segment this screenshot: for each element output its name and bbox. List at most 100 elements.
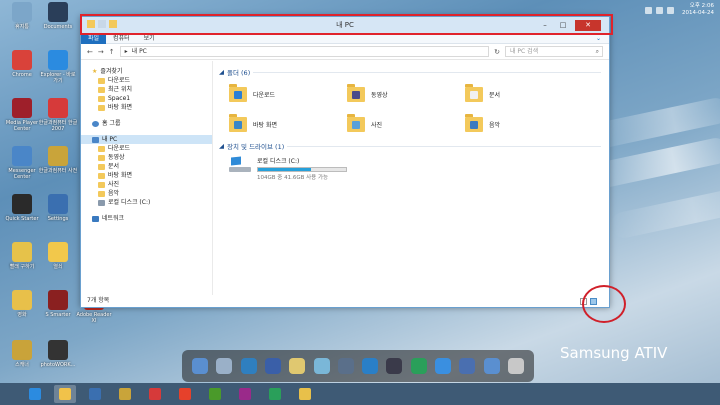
close-button[interactable]: ✕: [575, 20, 601, 31]
nav-item[interactable]: 다운로드: [81, 76, 212, 85]
dock-app-icon[interactable]: [434, 358, 451, 374]
content-pane: ◢ 폴더 (6) 다운로드 동영상 문서바탕 화면 사진 음악 ◢ 장치 및 드라이브 (1…: [213, 61, 609, 295]
dock-app-icon[interactable]: [507, 358, 524, 374]
desktop-icon[interactable]: Documents: [38, 2, 78, 30]
desktop-icon[interactable]: 스캐너: [2, 340, 42, 368]
nav-homegroup[interactable]: 홈 그룹: [81, 119, 212, 128]
drive-item[interactable]: 로컬 디스크 (C:) 104GB 중 41.6GB 사용 가능: [219, 151, 609, 181]
folder-item[interactable]: 동영상: [347, 81, 465, 107]
dock-app-icon[interactable]: [313, 358, 330, 374]
drives-group-header[interactable]: ◢ 장치 및 드라이브 (1): [219, 141, 609, 151]
desktop-icon[interactable]: Messenger Center: [2, 146, 42, 180]
nav-item[interactable]: Space1: [81, 94, 212, 103]
folders-group-header[interactable]: ◢ 폴더 (6): [219, 67, 609, 77]
desktop-icon[interactable]: Chrome: [2, 50, 42, 78]
taskbar-app-button[interactable]: [204, 385, 226, 403]
dock-app-icon[interactable]: [216, 358, 233, 374]
window-title: 내 PC: [336, 21, 354, 29]
forward-button[interactable]: →: [98, 48, 104, 56]
folder-item[interactable]: 다운로드: [229, 81, 347, 107]
desktop-icon[interactable]: 빨래 구하기: [2, 242, 42, 270]
desktop-icon[interactable]: 한글과컴퓨터 사전: [38, 146, 78, 174]
taskbar-app-button[interactable]: [114, 385, 136, 403]
tray-up-icon[interactable]: [645, 7, 652, 14]
nav-item[interactable]: 바탕 화면: [81, 171, 212, 180]
desktop-app-icon: [48, 98, 68, 118]
nav-favorites[interactable]: ★ 즐겨찾기: [81, 67, 212, 76]
nav-item[interactable]: 사진: [81, 180, 212, 189]
desktop-icon[interactable]: Media Player Center: [2, 98, 42, 132]
taskbar-app-button[interactable]: [24, 385, 46, 403]
folder-item[interactable]: 사진: [347, 111, 465, 137]
breadcrumb-this-pc[interactable]: 내 PC: [132, 47, 147, 56]
desktop-icon[interactable]: Quick Starter: [2, 194, 42, 222]
minimize-button[interactable]: –: [539, 21, 551, 30]
desktop-icon[interactable]: 휴지통: [2, 2, 42, 30]
tab-computer[interactable]: 컴퓨터: [106, 33, 137, 44]
dock-app-icon[interactable]: [192, 358, 209, 374]
taskbar-app-button[interactable]: [234, 385, 256, 403]
desktop-icon[interactable]: Explorer - 바로 가기: [38, 50, 78, 84]
folder-item[interactable]: 음악: [465, 111, 583, 137]
nav-item[interactable]: 최근 위치: [81, 85, 212, 94]
taskbar-app-button[interactable]: [174, 385, 196, 403]
folder-item[interactable]: 바탕 화면: [229, 111, 347, 137]
tab-view[interactable]: 보기: [137, 33, 162, 44]
large-icons-view-button[interactable]: [590, 298, 597, 305]
search-input[interactable]: 내 PC 검색 ⌕: [505, 46, 603, 57]
dock-app-icon[interactable]: [483, 358, 500, 374]
taskbar-app-button[interactable]: [84, 385, 106, 403]
nav-item[interactable]: 음악: [81, 189, 212, 198]
nav-item[interactable]: 다운로드: [81, 144, 212, 153]
nav-item[interactable]: 동영상: [81, 153, 212, 162]
clock[interactable]: 오후 2:06 2014-04-24: [682, 3, 714, 17]
nav-item-label: 사진: [108, 181, 120, 188]
expand-ribbon-icon[interactable]: ⌄: [596, 35, 601, 42]
desktop-app-icon: [48, 146, 68, 166]
desktop-icon[interactable]: S Smarter: [38, 290, 78, 318]
folder-icon: [98, 154, 105, 161]
desktop-icon[interactable]: photoWORK...: [38, 340, 78, 368]
folder-icon: [98, 145, 105, 152]
nav-item[interactable]: 로컬 디스크 (C:): [81, 198, 212, 207]
volume-icon[interactable]: [667, 7, 674, 14]
dock-app-icon[interactable]: [362, 358, 379, 374]
taskbar-app-button[interactable]: [294, 385, 316, 403]
title-bar[interactable]: 내 PC – □ ✕: [81, 17, 609, 33]
wallpaper-streak: [608, 185, 720, 241]
desktop-icon[interactable]: 한글과컴퓨터 한글 2007: [38, 98, 78, 132]
dock-app-icon[interactable]: [386, 358, 403, 374]
maximize-button[interactable]: □: [557, 21, 569, 30]
folder-item[interactable]: 문서: [465, 81, 583, 107]
nav-item[interactable]: 문서: [81, 162, 212, 171]
nav-item-label: 문서: [108, 163, 120, 170]
nav-network[interactable]: 네트워크: [81, 214, 212, 223]
desktop-icon[interactable]: Settings: [38, 194, 78, 222]
nav-item[interactable]: 바탕 화면: [81, 103, 212, 112]
taskbar-app-icon: [119, 388, 131, 400]
desktop-icon[interactable]: 열쇠: [38, 242, 78, 270]
taskbar-app-icon: [179, 388, 191, 400]
dock-app-icon[interactable]: [264, 358, 281, 374]
nav-this-pc[interactable]: 내 PC: [81, 135, 212, 144]
network-tray-icon[interactable]: [656, 7, 663, 14]
launcher-dock: [182, 350, 534, 382]
taskbar-app-button[interactable]: [54, 385, 76, 403]
dock-app-icon[interactable]: [459, 358, 476, 374]
tab-file[interactable]: 파일: [81, 32, 107, 44]
address-bar[interactable]: ▸ 내 PC: [119, 46, 490, 57]
back-button[interactable]: ←: [87, 48, 93, 56]
dock-app-icon[interactable]: [337, 358, 354, 374]
desktop-icon[interactable]: 영화: [2, 290, 42, 318]
taskbar-app-button[interactable]: [144, 385, 166, 403]
folder-icon: [347, 113, 365, 132]
dock-app-icon[interactable]: [410, 358, 427, 374]
dock-app-icon[interactable]: [240, 358, 257, 374]
file-explorer-window: 내 PC – □ ✕ 파일 컴퓨터 보기 ⌄ ← → ↑ ▸ 내 PC ↻ 내 …: [80, 16, 610, 308]
details-view-button[interactable]: [580, 298, 587, 305]
refresh-button[interactable]: ↻: [494, 48, 500, 56]
dock-app-icon[interactable]: [289, 358, 306, 374]
up-button[interactable]: ↑: [109, 48, 115, 56]
taskbar-app-button[interactable]: [264, 385, 286, 403]
computer-icon: [92, 136, 99, 143]
